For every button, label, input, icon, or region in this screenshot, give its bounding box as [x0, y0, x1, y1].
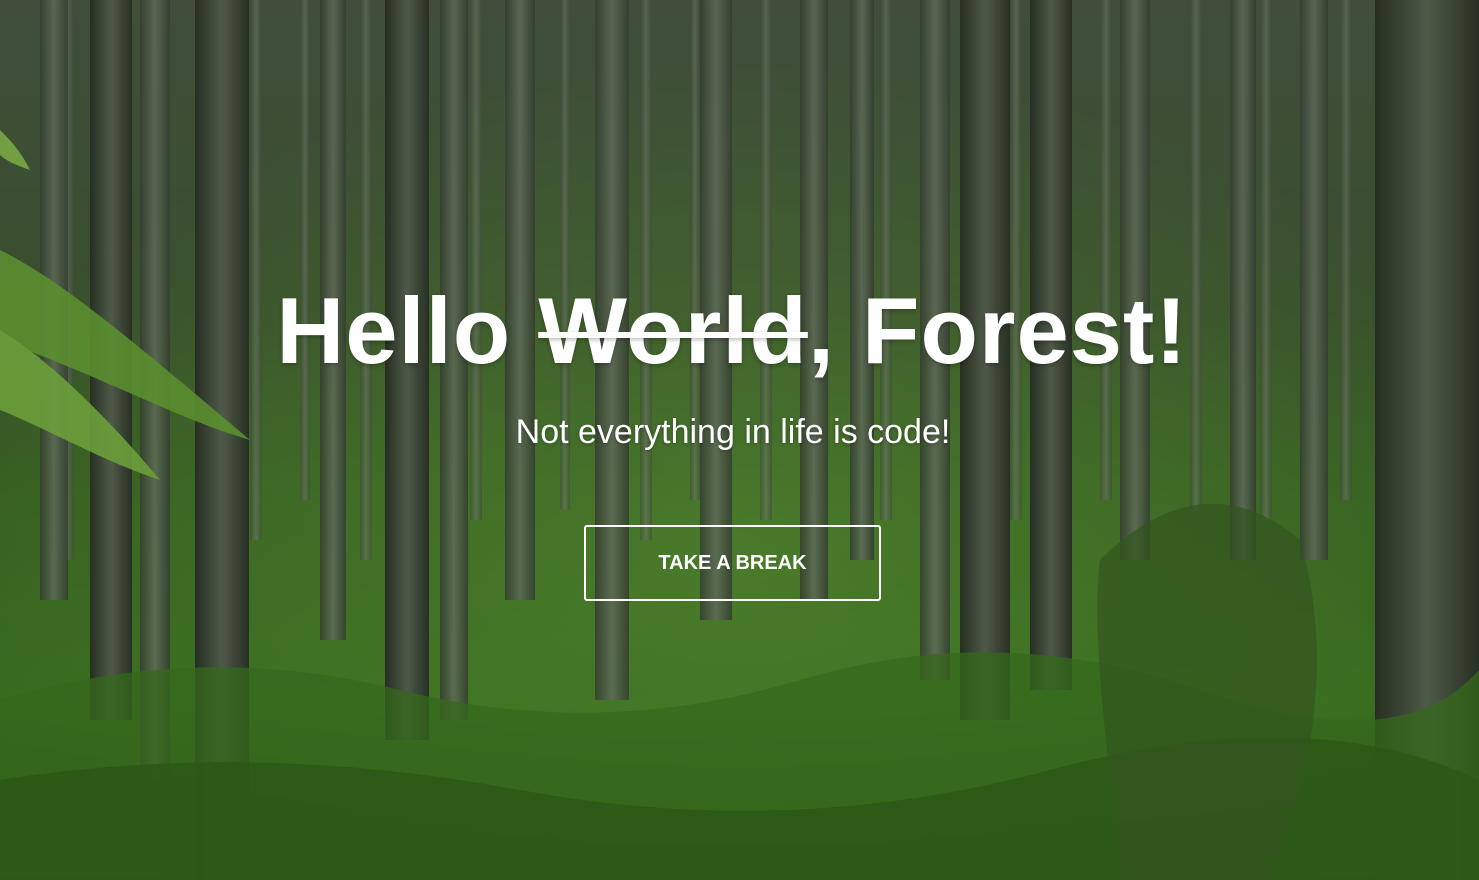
headline-struck-word: World: [538, 278, 808, 383]
take-a-break-button[interactable]: TAKE A BREAK: [584, 525, 881, 601]
hero-section: Hello World, Forest! Not everything in l…: [0, 0, 1479, 880]
headline-forest: , Forest!: [807, 278, 1188, 383]
headline-hello: Hello: [276, 278, 539, 383]
hero-subtitle: Not everything in life is code!: [515, 413, 951, 451]
hero-content: Hello World, Forest! Not everything in l…: [0, 0, 1479, 880]
hero-headline: Hello World, Forest!: [0, 276, 1464, 386]
